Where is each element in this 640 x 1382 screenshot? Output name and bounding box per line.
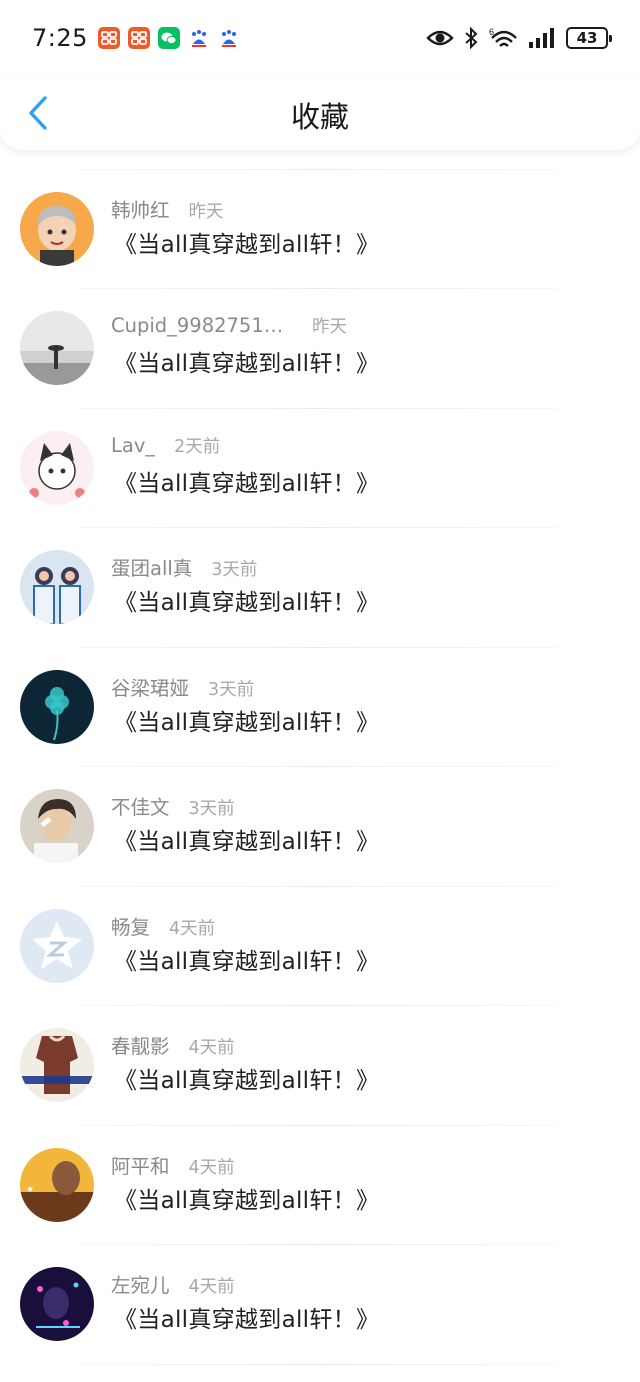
story-title[interactable]: 《当all真穿越到all轩！》 [114, 942, 379, 976]
story-title[interactable]: 《当all真穿越到all轩！》 [114, 225, 379, 259]
username[interactable]: Cupid_99827516... [111, 314, 293, 337]
timestamp: 昨天 [312, 317, 347, 337]
list-item[interactable]: 蛋团all真 3天前《当all真穿越到all轩！》 [0, 528, 640, 648]
battery-indicator: 43 [566, 27, 612, 49]
list-item[interactable]: 春靓影 4天前《当all真穿越到all轩！》 [0, 1006, 640, 1126]
timestamp: 3天前 [208, 679, 255, 700]
avatar[interactable] [20, 1267, 94, 1341]
timestamp: 4天前 [188, 1038, 235, 1058]
item-meta: 阿平和 4天前 [111, 1150, 235, 1179]
timestamp: 4天前 [188, 1277, 235, 1297]
username[interactable]: 左宛儿 [111, 1269, 170, 1298]
item-meta: 畅复 4天前 [111, 911, 215, 940]
item-meta: 韩帅红 昨天 [111, 194, 224, 223]
username[interactable]: 春靓影 [111, 1030, 170, 1059]
wifi-icon: 6 [489, 27, 517, 47]
username[interactable]: 蛋团all真 [111, 552, 192, 581]
avatar[interactable] [20, 191, 94, 266]
avatar[interactable] [20, 908, 94, 983]
story-title[interactable]: 《当all真穿越到all轩！》 [114, 1181, 379, 1215]
app-notification-icon [127, 27, 150, 49]
status-right: 6 43 [426, 26, 612, 50]
wechat-icon [157, 27, 180, 49]
divider [80, 1363, 558, 1365]
story-title[interactable]: 《当all真穿越到all轩！》 [114, 703, 379, 737]
item-meta: Lav_ 2天前 [111, 433, 220, 458]
story-title[interactable]: 《当all真穿越到all轩！》 [114, 464, 379, 498]
avatar[interactable] [20, 1028, 94, 1102]
username[interactable]: Lav_ [111, 434, 155, 457]
username[interactable]: 畅复 [111, 911, 150, 940]
story-title[interactable]: 《当all真穿越到all轩！》 [114, 583, 379, 617]
status-bar: 7:25 6 43 [0, 0, 640, 76]
story-title[interactable]: 《当all真穿越到all轩！》 [114, 344, 379, 378]
page-title: 收藏 [290, 100, 349, 134]
avatar[interactable] [20, 669, 94, 744]
item-meta: Cupid_99827516... 昨天 [111, 313, 347, 338]
item-meta: 谷梁珺娅 3天前 [111, 672, 254, 701]
username[interactable]: 韩帅红 [111, 194, 170, 223]
timestamp: 3天前 [188, 799, 235, 819]
status-time: 7:25 [32, 24, 88, 52]
list-item[interactable]: Lav_ 2天前《当all真穿越到all轩！》 [0, 409, 640, 528]
timestamp: 2天前 [174, 436, 221, 457]
list-item[interactable]: 畅复 4天前《当all真穿越到all轩！》 [0, 887, 640, 1006]
item-meta: 左宛儿 4天前 [111, 1269, 235, 1298]
eye-icon [426, 30, 454, 46]
timestamp: 昨天 [188, 201, 224, 222]
app-notification-icon [97, 27, 120, 49]
favorites-list[interactable]: 《当all真穿越到all轩！》韩帅红昨天《当all真穿越到all轩！》Cupid… [0, 130, 640, 1382]
story-title[interactable]: 《当all真穿越到all轩！》 [114, 822, 379, 856]
bluetooth-icon [465, 27, 478, 49]
item-meta: 蛋团all真 3天前 [111, 552, 257, 581]
baidu-icon [188, 27, 210, 49]
timestamp: 4天前 [188, 1157, 235, 1178]
list-item[interactable]: Cupid_99827516... 昨天《当all真穿越到all轩！》 [0, 289, 640, 409]
avatar[interactable] [20, 789, 94, 863]
avatar[interactable]: ★ [20, 1147, 94, 1222]
avatar[interactable] [20, 430, 94, 505]
username[interactable]: 阿平和 [111, 1150, 170, 1179]
signal-icon [529, 28, 554, 48]
list-item[interactable]: 谷梁珺娅 3天前《当all真穿越到all轩！》 [0, 648, 640, 767]
item-meta: 不佳文 3天前 [111, 791, 235, 820]
list-item[interactable]: 不佳文 3天前《当all真穿越到all轩！》 [0, 767, 640, 887]
username[interactable]: 不佳文 [111, 791, 170, 820]
story-title[interactable]: 《当all真穿越到all轩！》 [114, 1300, 379, 1334]
avatar[interactable] [20, 550, 94, 624]
header-bar: 收藏 [0, 76, 640, 150]
story-title[interactable]: 《当all真穿越到all轩！》 [114, 1061, 379, 1095]
timestamp: 4天前 [169, 918, 216, 939]
avatar[interactable] [20, 311, 94, 385]
list-item[interactable]: ★ 阿平和 4天前《当all真穿越到all轩！》 [0, 1126, 640, 1245]
item-meta: 春靓影 4天前 [111, 1030, 235, 1059]
list-item[interactable]: 韩帅红 昨天 《当all真穿越到all轩！》 [0, 170, 640, 289]
list-item[interactable]: 左宛儿 4天前《当all真穿越到all轩！》 [0, 1245, 640, 1365]
username[interactable]: 谷梁珺娅 [111, 672, 189, 701]
baidu-icon [218, 27, 240, 49]
svg-text:★: ★ [26, 1184, 34, 1194]
timestamp: 3天前 [211, 560, 258, 580]
